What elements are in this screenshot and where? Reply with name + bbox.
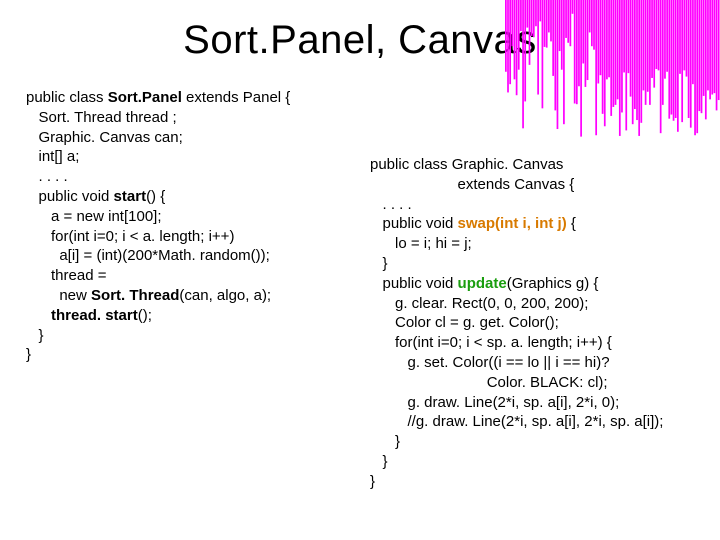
t: Graphic. Canvas can; xyxy=(26,129,183,146)
t: } xyxy=(370,473,375,490)
t: //g. draw. Line(2*i, sp. a[i], 2*i, sp. … xyxy=(370,413,663,430)
t: . . . . xyxy=(26,168,68,185)
t: g. draw. Line(2*i, sp. a[i], 2*i, 0); xyxy=(370,394,619,411)
t: for(int i=0; i < sp. a. length; i++) { xyxy=(370,334,612,351)
t: . . . . xyxy=(370,196,412,213)
t: a = new int[100]; xyxy=(26,208,162,225)
t: new xyxy=(26,287,91,304)
t: public class xyxy=(26,89,108,106)
t: swap(int i, int j) xyxy=(458,215,567,232)
t: a[i] = (int)(200*Math. random()); xyxy=(26,247,270,264)
t: { xyxy=(567,215,576,232)
t: thread. start xyxy=(51,307,138,324)
t: lo = i; hi = j; xyxy=(370,235,472,252)
t: int[] a; xyxy=(26,148,79,165)
t: Color cl = g. get. Color(); xyxy=(370,314,559,331)
t: } xyxy=(26,327,44,344)
t: } xyxy=(370,433,400,450)
t: public class Graphic. Canvas xyxy=(370,156,563,173)
t: start xyxy=(114,188,147,205)
t: public void xyxy=(370,275,458,292)
t: (can, algo, a); xyxy=(179,287,271,304)
t: () { xyxy=(146,188,165,205)
t: extends Panel { xyxy=(182,89,290,106)
t: update xyxy=(458,275,507,292)
t: g. clear. Rect(0, 0, 200, 200); xyxy=(370,295,588,312)
t: Sort. Thread thread ; xyxy=(26,109,177,126)
t: public void xyxy=(26,188,114,205)
t: } xyxy=(370,453,388,470)
t: for(int i=0; i < a. length; i++) xyxy=(26,228,234,245)
t: thread = xyxy=(26,267,106,284)
t: } xyxy=(26,346,31,363)
code-right-block: public class Graphic. Canvas extends Can… xyxy=(370,155,710,492)
t: public void xyxy=(370,215,458,232)
t: (Graphics g) { xyxy=(507,275,599,292)
t: g. set. Color((i == lo || i == hi)? xyxy=(370,354,610,371)
t xyxy=(26,307,51,324)
t: Color. BLACK: cl); xyxy=(370,374,608,391)
t: (); xyxy=(138,307,152,324)
sort-visualization xyxy=(505,0,720,138)
t: extends Canvas { xyxy=(370,176,574,193)
t: Sort. Thread xyxy=(91,287,179,304)
t: } xyxy=(370,255,388,272)
t: Sort.Panel xyxy=(108,89,182,106)
code-left-block: public class Sort.Panel extends Panel { … xyxy=(26,88,366,365)
